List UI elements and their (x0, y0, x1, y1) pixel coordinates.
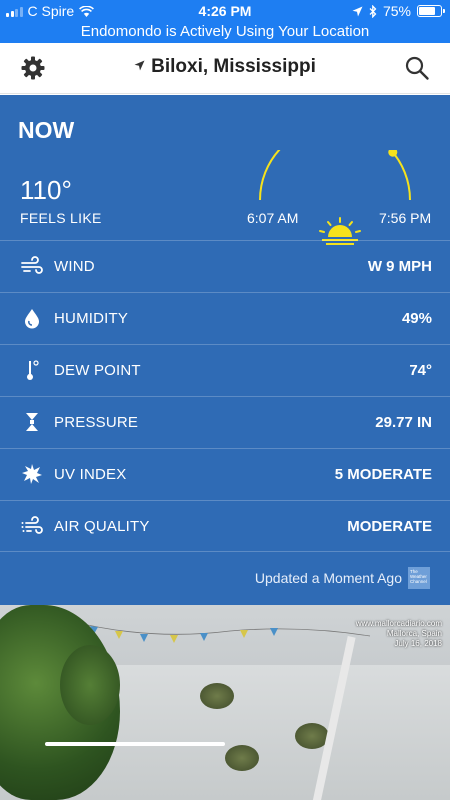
condition-label: DEW POINT (54, 362, 141, 379)
condition-row-dew-point[interactable]: DEW POINT 74° (0, 344, 450, 396)
current-temperature: 110° (20, 175, 72, 205)
sun-arc (259, 150, 411, 201)
condition-label: AIR QUALITY (54, 518, 150, 535)
location-arrow-icon (134, 60, 145, 71)
condition-row-uv-index[interactable]: UV INDEX 5 MODERATE (0, 448, 450, 500)
watermark-date: July 16, 2018 (394, 639, 442, 648)
condition-value: 74° (409, 362, 432, 379)
tree (60, 645, 120, 725)
condition-label: WIND (54, 258, 95, 275)
location-arrow-icon (352, 6, 363, 16)
feels-like-label: FEELS LIKE (20, 210, 102, 226)
bluetooth-icon (369, 4, 377, 18)
condition-row-humidity[interactable]: HUMIDITY 49% (0, 292, 450, 344)
updated-status: Updated a Moment Ago (254, 570, 402, 586)
condition-label: HUMIDITY (54, 310, 129, 327)
sunset-time: 7:56 PM (379, 210, 432, 226)
battery-percent: 75% (382, 3, 411, 19)
location-name: Biloxi, Mississippi (151, 56, 316, 77)
condition-row-pressure[interactable]: PRESSURE 29.77 IN (0, 396, 450, 448)
planter (225, 745, 259, 771)
condition-row-wind[interactable]: WIND W 9 MPH (0, 240, 450, 292)
condition-value: 29.77 IN (375, 414, 432, 431)
watermark-site: www.mallorcadiario.com (355, 619, 442, 628)
condition-row-air-quality[interactable]: AIR QUALITY MODERATE (0, 500, 450, 552)
current-conditions-panel: NOW 110° FEELS LIKE 6:07 AM 7:56 PM WIND… (0, 95, 450, 605)
pressure-icon (26, 413, 38, 431)
location-usage-banner[interactable]: Endomondo is Actively Using Your Locatio… (0, 21, 450, 43)
condition-value: W 9 MPH (367, 258, 432, 275)
app-header: Biloxi, Mississippi (0, 43, 450, 94)
battery-icon (417, 5, 445, 17)
watermark-place: Mallorca, Spain (386, 629, 442, 638)
video-watermark: www.mallorcadiario.com Mallorca, Spain J… (356, 619, 442, 649)
condition-value: 5 MODERATE (334, 466, 432, 483)
battery-fill (419, 7, 435, 15)
planter (200, 683, 234, 709)
humidity-icon (25, 309, 39, 329)
conditions-list: WIND W 9 MPH HUMIDITY 49% DEW POINT 74° (0, 240, 450, 552)
sunrise-time: 6:07 AM (247, 210, 299, 226)
air-quality-icon (21, 516, 43, 534)
search-icon[interactable] (404, 55, 430, 81)
condition-value: MODERATE (347, 518, 432, 535)
video-progress-bar[interactable] (45, 742, 225, 746)
video-player[interactable]: www.mallorcadiario.com Mallorca, Spain J… (0, 605, 450, 800)
condition-value: 49% (401, 310, 432, 327)
wind-icon (21, 256, 43, 274)
thermometer-icon (27, 360, 39, 380)
weather-channel-logo: The Weather Channel (408, 567, 430, 589)
status-bar: C Spire 4:26 PM 75% (0, 0, 450, 21)
condition-label: UV INDEX (54, 466, 127, 483)
now-heading: NOW (18, 117, 75, 143)
location-selector[interactable]: Biloxi, Mississippi (0, 56, 450, 78)
condition-label: PRESSURE (54, 414, 139, 431)
uv-index-icon (22, 464, 42, 484)
bunting-flags (70, 620, 370, 643)
status-right: 75% (352, 3, 445, 19)
